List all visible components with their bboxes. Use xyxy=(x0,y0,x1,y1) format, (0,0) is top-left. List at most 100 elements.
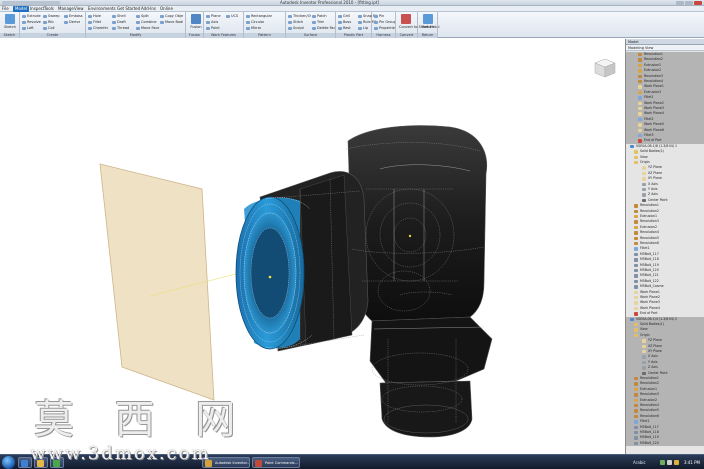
plane-icon xyxy=(638,85,642,89)
clock[interactable]: 3:41 PM xyxy=(684,456,700,469)
draft-button[interactable]: Draft xyxy=(112,20,126,24)
boss-button[interactable]: Boss xyxy=(338,20,351,24)
folder-icon xyxy=(634,155,638,159)
ribbon-panel-caption[interactable]: Harness xyxy=(372,33,395,38)
rib-button[interactable]: Rib xyxy=(43,20,54,24)
trim-button[interactable]: Trim xyxy=(312,20,324,24)
patch-button[interactable]: Patch xyxy=(312,14,327,18)
point-button[interactable]: Point xyxy=(206,26,220,30)
ribbon-button-label: Stitch xyxy=(293,20,304,24)
plane-button[interactable]: Plane xyxy=(206,14,221,18)
network-icon[interactable] xyxy=(660,460,665,465)
grill-button[interactable]: Grill xyxy=(338,14,350,18)
ribbon-panel-harness: Harness Pin Pin Group Properties xyxy=(372,12,396,38)
return-button[interactable]: Return xyxy=(421,14,435,29)
ribbon-button-label: Lip xyxy=(363,26,369,30)
thread-icon xyxy=(634,425,638,429)
ribbon-panel-caption[interactable]: Modify xyxy=(86,33,185,38)
work-plane[interactable] xyxy=(99,163,215,401)
feature-icon xyxy=(638,74,642,78)
close-button[interactable] xyxy=(694,1,702,5)
stitch-icon xyxy=(288,20,292,24)
browser-filter-label[interactable]: Modeling View xyxy=(628,45,653,51)
coil-icon xyxy=(43,26,47,30)
input-language[interactable]: Arabic xyxy=(633,456,646,469)
taskbar-paint-button[interactable]: Paint Commands... xyxy=(252,457,300,468)
rectangular-button[interactable]: Rectangular xyxy=(246,14,272,18)
folder-icon xyxy=(634,150,638,154)
model-browser: Model Modeling View Revolution1 Revolutio… xyxy=(625,39,704,454)
ribbon-panel-caption[interactable]: Create xyxy=(20,33,85,38)
browser-node[interactable]: M5Bolt_120 xyxy=(626,440,704,447)
lip-button[interactable]: Lip xyxy=(358,26,368,30)
flag-icon[interactable] xyxy=(674,460,679,465)
sculpt-button[interactable]: Sculpt xyxy=(288,26,304,30)
thread-icon xyxy=(634,269,638,273)
split-button[interactable]: Split xyxy=(136,14,149,18)
properties-button[interactable]: Properties xyxy=(374,26,395,30)
maximize-button[interactable] xyxy=(685,1,693,5)
ribbon-panel-caption[interactable]: Return xyxy=(418,33,437,38)
circular-button[interactable]: Circular xyxy=(246,20,264,24)
fusion-button[interactable]: Fusion xyxy=(189,14,203,29)
coil-button[interactable]: Coil xyxy=(43,26,55,30)
sketch-button[interactable]: Sketch xyxy=(3,14,17,29)
rest-button[interactable]: Rest xyxy=(338,26,351,30)
move-face-button[interactable]: Move Face xyxy=(136,26,159,30)
browser-tree[interactable]: Revolution1 Revolution2 Extrusion1 Extrusio… xyxy=(626,52,704,454)
copy-object-icon xyxy=(160,14,164,18)
loft-button[interactable]: Loft xyxy=(22,26,34,30)
pin-group-button[interactable]: Pin Group xyxy=(374,20,395,24)
ribbon-button-label: Sculpt xyxy=(293,26,304,30)
rule-fillet-icon xyxy=(358,20,362,24)
ribbon-button-label: Derive xyxy=(69,20,81,24)
model-scene[interactable] xyxy=(0,39,625,454)
ribbon-panel-caption[interactable]: Fusion xyxy=(186,33,203,38)
thicken-offset-button[interactable]: Thicken/Offset xyxy=(288,14,311,18)
quick-access-toolbar[interactable] xyxy=(2,1,60,5)
emboss-button[interactable]: Emboss xyxy=(64,14,83,18)
extrude-icon xyxy=(638,69,642,73)
chamfer-button[interactable]: Chamfer xyxy=(88,26,108,30)
delete-face-button[interactable]: Delete Face xyxy=(312,26,335,30)
move-bodies-button[interactable]: Move Bodies xyxy=(160,20,183,24)
ucs-icon xyxy=(226,14,230,18)
start-button[interactable] xyxy=(2,456,15,469)
hole-button[interactable]: Hole xyxy=(88,14,101,18)
ribbon-panel-caption[interactable]: Convert xyxy=(396,33,417,38)
ribbon-button-label: Copy Object xyxy=(165,14,183,18)
combine-button[interactable]: Combine xyxy=(136,20,157,24)
extrude-button[interactable]: Extrude xyxy=(22,14,41,18)
ribbon-button-label: Boss xyxy=(343,20,352,24)
volume-icon[interactable] xyxy=(667,460,672,465)
ribbon-panel-caption[interactable]: Sketch xyxy=(0,33,19,38)
stitch-button[interactable]: Stitch xyxy=(288,20,303,24)
ucs-button[interactable]: UCS xyxy=(226,14,238,18)
axis-button[interactable]: Axis xyxy=(206,20,218,24)
copy-object-button[interactable]: Copy Object xyxy=(160,14,183,18)
derive-button[interactable]: Derive xyxy=(64,20,80,24)
ribbon-panel-fusion: Fusion Fusion xyxy=(186,12,204,38)
revolve-button[interactable]: Revolve xyxy=(22,20,41,24)
graphics-window[interactable] xyxy=(0,39,625,454)
ribbon-button-label: Rectangular xyxy=(251,14,273,18)
ribbon-panel-caption[interactable]: Work Features xyxy=(204,33,243,38)
end-icon xyxy=(638,139,642,143)
view-cube[interactable] xyxy=(593,57,617,79)
shell-button[interactable]: Shell xyxy=(112,14,126,18)
minimize-button[interactable] xyxy=(676,1,684,5)
thread-button[interactable]: Thread xyxy=(112,26,129,30)
convert-to-sheet-metal-button[interactable]: Convert to Sheet Metal xyxy=(399,14,439,29)
fillet-button[interactable]: Fillet xyxy=(88,20,101,24)
ribbon-button-label: Sweep xyxy=(48,14,60,18)
ribbon-panel-caption[interactable]: Plastic Part xyxy=(336,33,371,38)
extrude-icon xyxy=(22,14,26,18)
ribbon-panel-caption[interactable]: Surface xyxy=(286,33,335,38)
plane-icon xyxy=(642,344,646,348)
pin-button[interactable]: Pin xyxy=(374,14,384,18)
sweep-button[interactable]: Sweep xyxy=(43,14,60,18)
thread-icon xyxy=(634,263,638,267)
mirror-button[interactable]: Mirror xyxy=(246,26,261,30)
browser-filter[interactable]: Modeling View xyxy=(626,45,704,51)
ribbon-panel-caption[interactable]: Pattern xyxy=(244,33,285,38)
